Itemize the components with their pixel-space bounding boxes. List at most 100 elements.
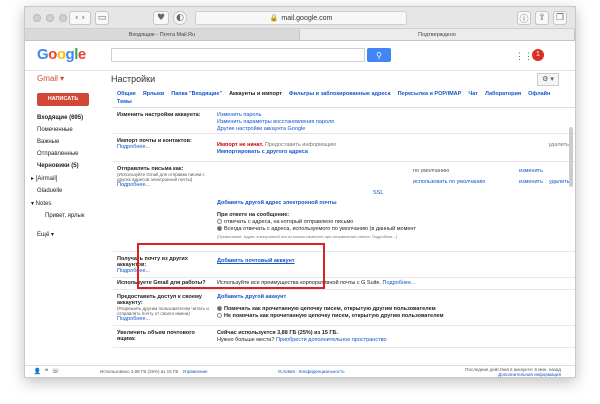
browser-tab[interactable]: Входящие - Почта Mail.Ru <box>25 29 300 40</box>
radio-icon[interactable] <box>217 313 222 319</box>
footer: 👤 ❝ ☏ Использовано 3,88 ГБ (25%) из 15 Г… <box>25 365 575 377</box>
tab-filters[interactable]: Фильтры и заблокированные адреса <box>289 91 391 97</box>
footer-manage-link[interactable]: Управление <box>183 369 208 374</box>
send-as-sub: (Используйте Gmail для отправки писем с … <box>117 172 205 182</box>
tab-themes[interactable]: Темы <box>117 99 132 105</box>
edit-link[interactable]: изменить <box>519 168 543 174</box>
reply-option-1[interactable]: отвечать с адреса, на который отправлено… <box>217 219 571 226</box>
tab-inbox[interactable]: Папка "Входящие" <box>171 91 222 97</box>
add-email-link[interactable]: Добавить другой адрес электронной почты <box>217 200 571 207</box>
sidebar-item-important[interactable]: Важные <box>25 136 111 148</box>
reply-option-2-label: Всегда отвечать с адреса, используемого … <box>224 226 416 232</box>
radio-selected-icon[interactable] <box>217 306 222 312</box>
settings-tabs: Общие Ярлыки Папка "Входящие" Аккаунты и… <box>113 89 575 108</box>
address-bar[interactable]: 🔒 mail.google.com <box>195 11 407 25</box>
row-storage: Увеличить объем почтового ящика: Сейчас … <box>113 326 575 348</box>
sidebar-item-label[interactable]: Привет, ярлык <box>25 210 111 222</box>
share-icon[interactable]: ⇪ <box>535 11 549 25</box>
row-body: Добавить другой адрес электронной почты … <box>217 200 571 240</box>
storage-used: Сейчас используется 3,88 ГБ (25%) из 15 … <box>217 330 339 336</box>
pocket-icon[interactable]: ♥ <box>153 11 169 25</box>
row-import: Импорт почты и контактов: Подробнее... И… <box>113 134 575 162</box>
zoom-window-button[interactable] <box>59 14 67 22</box>
row-label: Отправлять письма как: (Используйте Gmai… <box>117 166 215 188</box>
recovery-options-link[interactable]: Изменить параметры восстановления пароля <box>217 119 571 126</box>
reply-heading: При ответе на сообщение: <box>217 212 290 218</box>
gmail-header: Google ⚲ ⋮⋮⋮ 1 <box>25 41 575 71</box>
row-body: Сейчас используется 3,88 ГБ (25%) из 15 … <box>217 330 571 344</box>
tab-general[interactable]: Общие <box>117 91 136 97</box>
tab-labs[interactable]: Лаборатория <box>485 91 521 97</box>
edit-link[interactable]: изменить <box>519 179 543 185</box>
tab-forwarding[interactable]: Пересылка и POP/IMAP <box>398 91 462 97</box>
ssl-link[interactable]: SSL <box>373 190 383 196</box>
tab-accounts[interactable]: Аккаунты и импорт <box>229 91 282 97</box>
footer-details-link[interactable]: Дополнительная информация <box>498 372 561 377</box>
import-delete-link[interactable]: удалить <box>548 142 569 148</box>
info-icon[interactable]: ⓘ <box>517 11 531 25</box>
compose-button[interactable]: НАПИСАТЬ <box>37 93 89 106</box>
sidebar-item-drafts[interactable]: Черновики (5) <box>25 160 111 172</box>
buy-storage-link[interactable]: Приобрести дополнительное пространство <box>276 337 387 343</box>
mark-read-option[interactable]: Помечать как прочитанную цепочку писем, … <box>217 306 571 313</box>
make-default-link[interactable]: использовать по умолчанию <box>413 179 485 185</box>
send-as-more-link[interactable]: Подробнее... <box>117 182 215 188</box>
row-label: Предоставить доступ к своему аккаунту: (… <box>117 294 215 322</box>
search-button[interactable]: ⚲ <box>367 48 391 62</box>
google-account-settings-link[interactable]: Другие настройки аккаунта Google <box>217 126 571 133</box>
sidebar-item-sent[interactable]: Отправленные <box>25 148 111 160</box>
reply-option-2[interactable]: Всегда отвечать с адреса, используемого … <box>217 226 571 233</box>
gsuite-more-link[interactable]: Подробнее... <box>383 280 416 286</box>
settings-gear-button[interactable]: ⚙ ▾ <box>537 73 559 86</box>
minimize-window-button[interactable] <box>46 14 54 22</box>
row-label: Изменить настройки аккаунта: <box>117 112 201 118</box>
privacy-icon[interactable]: ◐ <box>173 11 187 25</box>
search-input[interactable] <box>111 48 365 62</box>
sidebar-item-notes[interactable]: ▾ Notes <box>25 197 111 210</box>
footer-terms-link[interactable]: Условия · Конфиденциальность <box>278 369 345 374</box>
hangouts-icon[interactable]: ❝ <box>42 368 51 375</box>
window-controls[interactable] <box>33 14 67 22</box>
default-label: по умолчанию <box>413 168 450 174</box>
import-status: Импорт не начат. <box>217 142 264 148</box>
footer-usage-text: Использовано 3,88 ГБ (25%) из 15 ГБ <box>100 369 179 374</box>
row-grant-access: Предоставить доступ к своему аккаунту: (… <box>113 290 575 326</box>
import-more-link[interactable]: Подробнее... <box>117 144 215 150</box>
not-mark-read-option[interactable]: Не помечать как прочитанную цепочку писе… <box>217 313 571 320</box>
sidebar-item-more[interactable]: Ещё ▾ <box>25 228 111 241</box>
settings-content: Общие Ярлыки Папка "Входящие" Аккаунты и… <box>113 89 575 365</box>
sidebar-item-gladuelle[interactable]: Gladuelle <box>25 185 111 197</box>
scrollbar[interactable] <box>569 127 573 187</box>
storage-label: Увеличить объем почтового ящика: <box>117 330 195 342</box>
google-logo[interactable]: Google <box>37 46 86 63</box>
person-icon[interactable]: 👤 <box>33 368 42 375</box>
tab-offline[interactable]: Офлайн <box>528 91 550 97</box>
tab-labels[interactable]: Ярлыки <box>143 91 165 97</box>
browser-tab-active[interactable]: Подтверждено <box>300 29 575 40</box>
page-title: Настройки <box>111 74 156 84</box>
back-forward-buttons[interactable]: ‹ › <box>69 11 91 25</box>
gmail-menu[interactable]: Gmail ▾ <box>37 74 64 83</box>
grant-access-more-link[interactable]: Подробнее... <box>117 316 215 322</box>
import-action-link[interactable]: Импортировать с другого адреса <box>217 149 571 156</box>
row-send-as: Отправлять письма как: (Используйте Gmai… <box>113 162 575 252</box>
radio-icon[interactable] <box>217 219 222 225</box>
sidebar-item-inbox[interactable]: Входящие (695) <box>25 112 111 124</box>
reply-note: (Примечание. Адрес электронной почты мож… <box>217 234 398 239</box>
sidebar-toggle-icon[interactable]: ▭ <box>95 11 109 25</box>
tabs-overview-icon[interactable]: ❐ <box>553 11 567 25</box>
radio-selected-icon[interactable] <box>217 226 222 232</box>
delete-link[interactable]: удалить <box>549 179 570 185</box>
change-password-link[interactable]: Изменить пароль <box>217 112 571 119</box>
row-body: Импорт не начат. Предоставить информацию… <box>217 142 571 156</box>
close-window-button[interactable] <box>33 14 41 22</box>
add-account-link[interactable]: Добавить другой аккаунт <box>217 294 571 301</box>
browser-window: ‹ › ▭ ♥ ◐ 🔒 mail.google.com ⓘ ⇪ ❐ Входящ… <box>24 6 576 378</box>
sidebar-item-starred[interactable]: Помеченные <box>25 124 111 136</box>
browser-titlebar: ‹ › ▭ ♥ ◐ 🔒 mail.google.com ⓘ ⇪ ❐ <box>25 7 575 29</box>
import-status-tail: Предоставить информацию <box>264 142 337 148</box>
sidebar-item-airmail[interactable]: ▸ [Airmail] <box>25 172 111 185</box>
phone-icon[interactable]: ☏ <box>51 368 60 375</box>
notification-badge[interactable]: 1 <box>532 49 544 61</box>
tab-chat[interactable]: Чат <box>468 91 478 97</box>
